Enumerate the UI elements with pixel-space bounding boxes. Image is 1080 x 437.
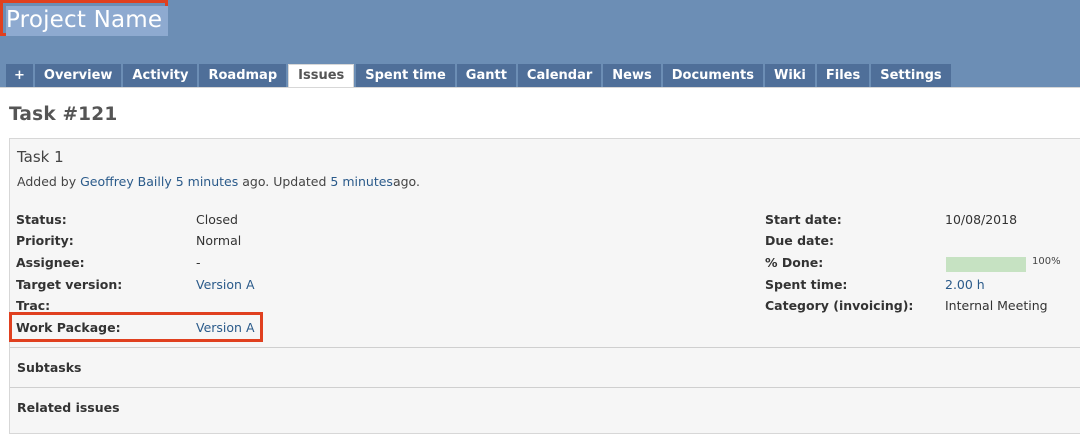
status-value: Closed [196, 212, 238, 227]
done-ratio-label: % Done: [765, 255, 824, 270]
subtasks-divider [10, 347, 1080, 348]
related-issues-title: Related issues [17, 400, 120, 415]
spent-time-label: Spent time: [765, 277, 848, 292]
tab-spent-time[interactable]: Spent time [356, 64, 455, 87]
subtasks-title: Subtasks [17, 360, 82, 375]
tab-news[interactable]: News [603, 64, 661, 87]
issue-heading: Task #121 [9, 104, 118, 125]
project-header: Project Name + Overview Activity Roadmap… [0, 0, 1080, 87]
due-date-label: Due date: [765, 233, 834, 248]
trac-label: Trac: [16, 298, 51, 313]
main-menu-tabs: + Overview Activity Roadmap Issues Spent… [6, 64, 953, 87]
tab-gantt[interactable]: Gantt [456, 64, 516, 87]
project-title[interactable]: Project Name [6, 5, 162, 35]
created-time-link[interactable]: 5 minutes [176, 174, 239, 189]
author-link[interactable]: Geoffrey Bailly [80, 174, 172, 189]
target-version-label: Target version: [16, 277, 123, 292]
assignee-value: - [196, 255, 201, 270]
spent-time-link[interactable]: 2.00 h [945, 277, 985, 292]
updated-time-link[interactable]: 5 minutes [330, 174, 393, 189]
meta-suffix: ago. [392, 174, 420, 189]
tab-activity[interactable]: Activity [123, 64, 198, 87]
tab-calendar[interactable]: Calendar [517, 64, 602, 87]
done-ratio-value: 100% [1032, 256, 1061, 267]
priority-label: Priority: [16, 233, 74, 248]
done-ratio-fill [946, 257, 1026, 272]
issue-details: Task 1 Added by Geoffrey Bailly 5 minute… [9, 138, 1080, 434]
start-date-value: 10/08/2018 [945, 212, 1018, 227]
tab-roadmap[interactable]: Roadmap [199, 64, 287, 87]
tab-files[interactable]: Files [816, 64, 870, 87]
issue-author-line: Added by Geoffrey Bailly 5 minutes ago. … [17, 174, 420, 189]
meta-added-by: Added by [17, 174, 77, 189]
tab-overview[interactable]: Overview [34, 64, 122, 87]
tab-wiki[interactable]: Wiki [764, 64, 815, 87]
category-label: Category (invoicing): [765, 298, 914, 313]
category-value: Internal Meeting [945, 298, 1048, 313]
tab-documents[interactable]: Documents [662, 64, 763, 87]
status-label: Status: [16, 212, 67, 227]
work-package-highlight-box [9, 312, 263, 342]
meta-updated: ago. Updated [242, 174, 327, 189]
target-version-link[interactable]: Version A [196, 277, 255, 292]
related-divider [10, 387, 1080, 388]
issue-subject: Task 1 [17, 148, 64, 166]
done-ratio-progress-bar [946, 257, 1026, 272]
tab-settings[interactable]: Settings [871, 64, 951, 87]
start-date-label: Start date: [765, 212, 842, 227]
tab-new-object[interactable]: + [6, 64, 33, 87]
priority-value: Normal [196, 233, 242, 248]
assignee-label: Assignee: [16, 255, 85, 270]
tab-issues[interactable]: Issues [288, 64, 355, 87]
tab-divider [0, 87, 1080, 88]
